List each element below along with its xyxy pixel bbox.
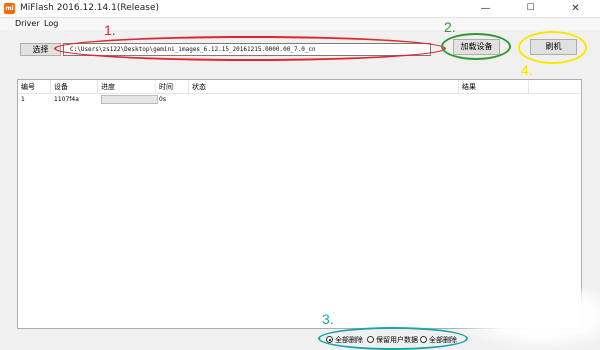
annotation-number-3: 3.: [322, 311, 334, 327]
window-title: MiFlash 2016.12.14.1(Release): [20, 3, 160, 13]
column-header-result: 结果: [459, 80, 529, 94]
column-header-progress: 进度: [98, 80, 156, 94]
cell-number: 1: [21, 96, 25, 103]
maximize-button[interactable]: ☐: [508, 0, 553, 17]
miflash-logo-icon: mi: [4, 3, 15, 14]
menu-bar: Driver Log: [0, 18, 600, 30]
cell-time: 0s: [159, 96, 166, 103]
annotation-number-1: 1.: [104, 22, 116, 38]
column-header-device: 设备: [51, 80, 98, 94]
cell-result: [459, 94, 462, 106]
menu-log[interactable]: Log: [44, 18, 58, 30]
progress-bar: [101, 95, 158, 104]
cell-status: [189, 94, 192, 106]
column-header-time: 时间: [156, 80, 189, 94]
cell-device: 1107f4a: [54, 96, 79, 103]
annotation-oval-1: [54, 36, 446, 61]
watermark-glow: [452, 288, 600, 350]
close-button[interactable]: ✕: [553, 0, 598, 17]
minimize-button[interactable]: —: [463, 0, 508, 17]
menu-driver[interactable]: Driver: [15, 18, 40, 30]
column-header-status: 状态: [189, 80, 459, 94]
annotation-oval-2: [441, 33, 511, 60]
column-header-number: 编号: [18, 80, 51, 94]
annotation-number-4: 4.: [521, 62, 533, 78]
annotation-oval-3: [318, 327, 468, 350]
annotation-number-2: 2.: [444, 19, 456, 35]
annotation-oval-4: [518, 31, 587, 64]
title-bar[interactable]: mi MiFlash 2016.12.14.1(Release) — ☐ ✕: [0, 0, 600, 18]
column-header-spacer: [529, 80, 581, 94]
